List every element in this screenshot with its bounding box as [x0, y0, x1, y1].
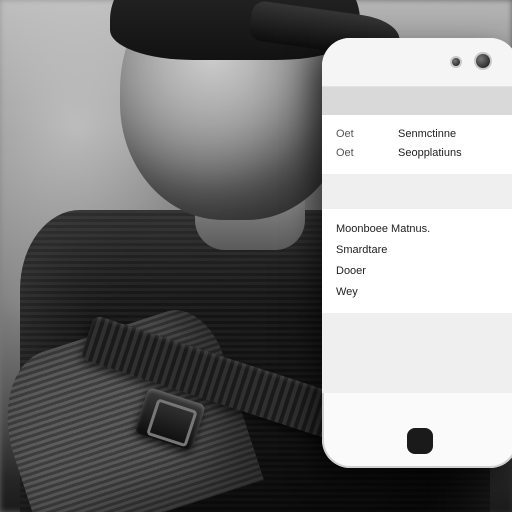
photo-scene: Oet Senmctinne Oet Seopplatiuns Moonboee…	[0, 0, 512, 512]
row-col2: Senmctinne	[398, 125, 504, 144]
settings-section-2: Moonboee Matnus. Smardtare Dooer Wey	[322, 209, 512, 313]
front-camera-icon	[474, 52, 492, 70]
section-spacer	[322, 313, 512, 393]
header-bar	[322, 87, 512, 115]
row-col2: Seopplatiuns	[398, 144, 504, 163]
settings-row[interactable]: Oet Seopplatiuns	[336, 144, 504, 163]
list-item[interactable]: Wey	[336, 282, 504, 303]
list-item[interactable]: Dooer	[336, 261, 504, 282]
home-button[interactable]	[407, 428, 433, 454]
row-col1: Oet	[336, 144, 374, 163]
list-item[interactable]: Moonboee Matnus.	[336, 219, 504, 240]
row-col1: Oet	[336, 125, 374, 144]
phone-top-bezel	[322, 38, 512, 87]
section-spacer	[322, 175, 512, 209]
front-sensor-icon	[450, 56, 462, 68]
settings-row[interactable]: Oet Senmctinne	[336, 125, 504, 144]
settings-section-1: Oet Senmctinne Oet Seopplatiuns	[322, 115, 512, 175]
list-item[interactable]: Smardtare	[336, 240, 504, 261]
phone: Oet Senmctinne Oet Seopplatiuns Moonboee…	[322, 38, 512, 468]
